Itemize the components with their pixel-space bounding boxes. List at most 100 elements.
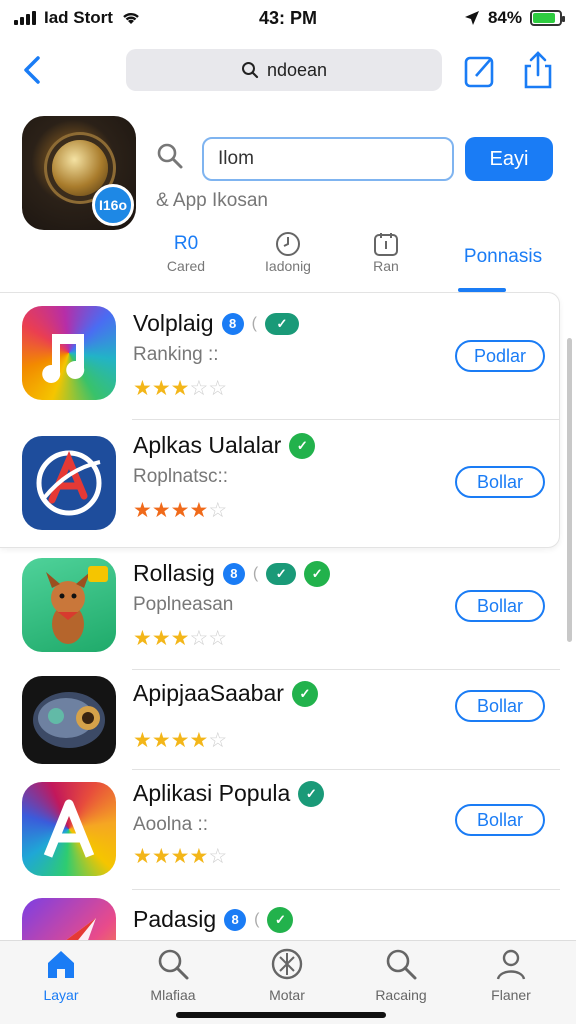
- featured-app-icon[interactable]: I16o: [22, 116, 136, 230]
- info-badge: 8: [222, 562, 245, 585]
- tab-bar-label: Mlafiaa: [150, 987, 196, 1003]
- verified-icon: ✓: [267, 906, 294, 933]
- verified-icon: ✓: [291, 680, 318, 707]
- tab-label: Cared: [166, 258, 206, 274]
- battery-percent: 84%: [487, 8, 522, 27]
- list-item[interactable]: Volplaig 8 ( ✓ Ranking :: ★★★☆☆ Podlar: [0, 292, 560, 420]
- app-name: Padasig 8 ( ✓: [133, 906, 294, 933]
- get-button[interactable]: Podlar: [455, 340, 545, 372]
- list-item[interactable]: Padasig 8 ( ✓: [0, 890, 560, 940]
- list-item[interactable]: Rollasig 8 ( ✓ ✓ Poplneasan ★★★☆☆ Bollar: [0, 550, 560, 670]
- home-icon: [48, 951, 74, 978]
- search-input[interactable]: [202, 137, 454, 181]
- back-chevron-icon[interactable]: [18, 52, 48, 88]
- category-tabs: R0 Cared Iadonig Ran Ponnasis: [0, 230, 576, 292]
- carrier-label: Iad Stort: [44, 8, 113, 27]
- edit-icon[interactable]: [462, 50, 498, 90]
- tab-ran[interactable]: Ran: [352, 230, 420, 274]
- list-item[interactable]: Aplikasi Popula ✓ Aoolna :: ★★★★☆ Bollar: [0, 770, 560, 890]
- get-button[interactable]: Bollar: [455, 590, 545, 622]
- check-icon: ✓: [266, 562, 297, 585]
- get-button[interactable]: Bollar: [455, 804, 545, 836]
- tab-count: R0: [173, 233, 199, 254]
- app-name: ApipjaaSaabar ✓: [133, 680, 318, 707]
- person-icon: [496, 949, 526, 980]
- search-icon: [157, 143, 183, 169]
- list-item[interactable]: Aplkas Ualalar ✓ Roplnatsc:: ★★★★☆ Bolla…: [0, 420, 560, 550]
- list-item[interactable]: ApipjaaSaabar ✓ ★★★★☆ Bollar: [0, 670, 560, 770]
- app-list: Volplaig 8 ( ✓ Ranking :: ★★★☆☆ Podlar A…: [0, 292, 576, 940]
- search-icon: [158, 949, 189, 980]
- app-name: Rollasig 8 ( ✓ ✓: [133, 560, 331, 587]
- tab-bar-item-mlafiaa[interactable]: Mlafiaa: [128, 947, 218, 1003]
- tab-label: Ran: [373, 258, 399, 274]
- get-button[interactable]: Bollar: [455, 690, 545, 722]
- feature-header: I16o Eayi & App Ikosan: [0, 114, 576, 236]
- app-subtitle: Roplnatsc::: [133, 466, 229, 487]
- status-bar: Iad Stort 43: PM 84%: [0, 0, 576, 36]
- rating-stars: ★★★☆☆: [133, 377, 228, 400]
- featured-app-badge: I16o: [92, 184, 134, 226]
- app-title: Aplkas Ualalar: [133, 432, 282, 458]
- search-button[interactable]: Eayi: [465, 137, 553, 181]
- app-subtitle: Aoolna ::: [133, 814, 208, 835]
- share-icon[interactable]: [520, 50, 556, 90]
- tab-iadonig[interactable]: Iadonig: [252, 230, 324, 274]
- app-icon: [22, 436, 116, 530]
- info-badge: 8: [224, 908, 247, 931]
- home-indicator[interactable]: [176, 1012, 386, 1018]
- tab-cared[interactable]: R0 Cared: [150, 230, 222, 274]
- info-badge: 8: [221, 312, 244, 335]
- app-icon: [22, 898, 116, 940]
- tab-bar-item-layar[interactable]: Layar: [16, 947, 106, 1003]
- app-icon: [22, 782, 116, 876]
- tab-ponnasis[interactable]: Ponnasis: [458, 230, 548, 292]
- tab-bar-item-motar[interactable]: Motar: [242, 947, 332, 1003]
- app-title: Aplikasi Popula: [133, 780, 291, 806]
- top-search-text: ndoean: [266, 59, 328, 80]
- app-title: ApipjaaSaabar: [133, 680, 284, 706]
- tab-bar-label: Flaner: [491, 987, 531, 1003]
- search-icon: [241, 62, 259, 79]
- verified-icon: ✓: [264, 312, 299, 335]
- app-icon: [22, 558, 116, 652]
- wifi-icon: [123, 12, 139, 24]
- app-icon: [22, 306, 116, 400]
- scrollbar[interactable]: [567, 338, 572, 642]
- rating-stars: ★★★★☆: [133, 729, 228, 752]
- signal-icon: [14, 11, 36, 25]
- rating-stars: ★★★★☆: [133, 499, 228, 522]
- rating-stars: ★★★★☆: [133, 845, 228, 868]
- app-title: Padasig: [133, 906, 217, 932]
- app-name: Volplaig 8 ( ✓: [133, 310, 299, 337]
- app-subtitle: Poplneasan: [133, 594, 234, 615]
- app-subtitle: Ranking ::: [133, 344, 219, 365]
- tab-bar-item-flaner[interactable]: Flaner: [466, 947, 556, 1003]
- tab-label: Iadonig: [265, 258, 311, 274]
- header-subtitle: & App Ikosan: [156, 190, 268, 211]
- tab-bar-item-racaing[interactable]: Racaing: [356, 947, 446, 1003]
- rating-stars: ★★★☆☆: [133, 627, 228, 650]
- location-icon: [464, 11, 479, 25]
- verified-icon: ✓: [289, 432, 316, 459]
- clock: 43: PM: [258, 7, 318, 28]
- nav-bar: ndoean: [0, 44, 576, 96]
- clock-icon: [276, 232, 300, 256]
- verified-icon: ✓: [304, 560, 331, 587]
- app-icon: [22, 676, 116, 764]
- tab-bar-label: Layar: [43, 987, 79, 1003]
- calendar-icon: [374, 233, 398, 256]
- app-title: Volplaig: [133, 310, 214, 336]
- top-search-bar[interactable]: ndoean: [126, 49, 442, 91]
- app-title: Rollasig: [133, 560, 215, 586]
- app-name: Aplikasi Popula ✓: [133, 780, 325, 807]
- verified-icon: ✓: [298, 780, 325, 807]
- search-icon: [386, 949, 417, 980]
- tab-bar-label: Racaing: [375, 987, 427, 1003]
- compass-icon: [271, 948, 303, 980]
- get-button[interactable]: Bollar: [455, 466, 545, 498]
- bottom-tab-bar: Layar Mlafiaa Motar Racaing Flaner: [0, 940, 576, 1024]
- app-name: Aplkas Ualalar ✓: [133, 432, 316, 459]
- tab-bar-label: Motar: [269, 987, 305, 1003]
- battery-icon: [530, 10, 565, 26]
